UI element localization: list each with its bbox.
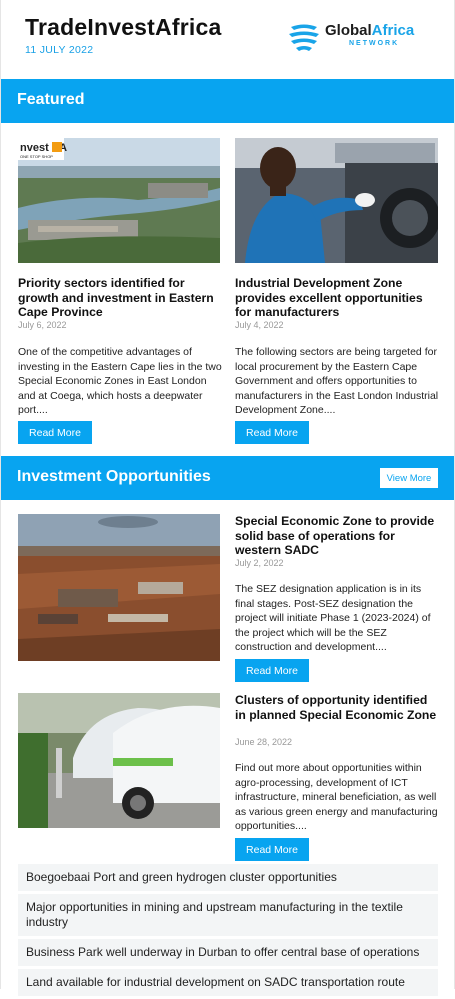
read-more-button[interactable]: Read More xyxy=(18,421,92,444)
header: TradeInvestAfrica 11 JULY 2022 GlobalAfr… xyxy=(1,0,454,79)
global-africa-network-logo[interactable]: GlobalAfrica NETWORK xyxy=(287,20,437,54)
article-date: July 6, 2022 xyxy=(18,320,67,330)
article-excerpt: The following sectors are being targeted… xyxy=(235,346,439,416)
image-badge-subtext: ONE STOP SHOP xyxy=(20,154,53,159)
article-title[interactable]: Special Economic Zone to provide solid b… xyxy=(235,514,440,558)
article-excerpt: Find out more about opportunities within… xyxy=(235,762,438,832)
logo-word-africa: Africa xyxy=(371,22,415,39)
investment-section-title: Investment Opportunities xyxy=(17,468,211,485)
logo-wordmark: GlobalAfrica xyxy=(325,22,414,39)
article-image-factory-worker[interactable] xyxy=(235,138,438,263)
newsletter: TradeInvestAfrica 11 JULY 2022 GlobalAfr… xyxy=(0,0,455,996)
investment-section-header: Investment Opportunities View More xyxy=(1,456,454,500)
related-link[interactable]: Major opportunities in mining and upstre… xyxy=(18,894,438,936)
article-title[interactable]: Priority sectors identified for growth a… xyxy=(18,276,223,320)
article-image-eastern-cape-port[interactable]: nvest SA ONE STOP SHOP xyxy=(18,138,220,263)
newsletter-title: TradeInvestAfrica xyxy=(25,14,222,40)
newsletter-date: 11 JULY 2022 xyxy=(25,44,94,56)
article-title[interactable]: Clusters of opportunity identified in pl… xyxy=(235,693,440,722)
read-more-button[interactable]: Read More xyxy=(235,838,309,861)
related-links-list: Boegoebaai Port and green hydrogen clust… xyxy=(18,864,438,999)
logo-word-global: Global xyxy=(325,22,372,39)
article-date: July 4, 2022 xyxy=(235,320,284,330)
related-link[interactable]: Business Park well underway in Durban to… xyxy=(18,939,438,966)
article-date: June 28, 2022 xyxy=(235,737,293,747)
view-more-button[interactable]: View More xyxy=(380,468,438,488)
article-excerpt: The SEZ designation application is in it… xyxy=(235,583,431,653)
logo-subtitle: NETWORK xyxy=(349,40,400,47)
article-image-sez-site[interactable] xyxy=(18,514,220,661)
featured-section-title: Featured xyxy=(17,91,85,108)
related-link[interactable]: Land available for industrial developmen… xyxy=(18,969,438,996)
read-more-button[interactable]: Read More xyxy=(235,659,309,682)
globe-logo-icon xyxy=(289,24,319,51)
article-excerpt: One of the competitive advantages of inv… xyxy=(18,346,222,416)
read-more-button[interactable]: Read More xyxy=(235,421,309,444)
article-date: July 2, 2022 xyxy=(235,558,284,568)
article-title[interactable]: Industrial Development Zone provides exc… xyxy=(235,276,440,320)
related-link[interactable]: Boegoebaai Port and green hydrogen clust… xyxy=(18,864,438,891)
featured-section-header: Featured xyxy=(1,79,454,123)
article-image-electric-cars[interactable] xyxy=(18,693,220,828)
